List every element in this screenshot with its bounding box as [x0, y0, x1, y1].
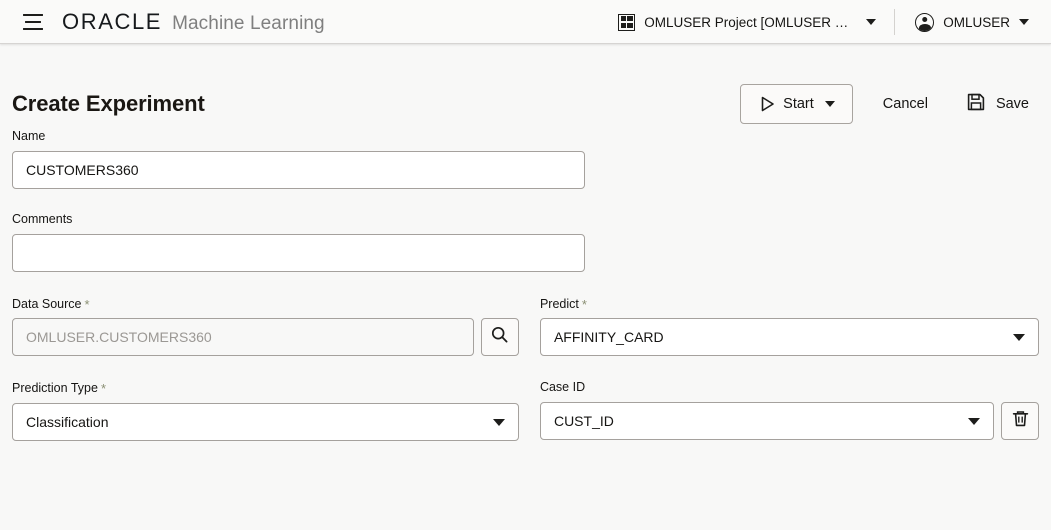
case-id-control: CUST_ID [539, 402, 1039, 440]
product-name: Machine Learning [172, 12, 325, 34]
prediction-type-select[interactable]: Classification [12, 403, 519, 441]
experiment-form: Name Comments Data Source* [12, 129, 1039, 441]
floppy-disk-icon [966, 92, 986, 117]
row-predictiontype-caseid: Prediction Type * Classification Case ID … [12, 380, 1039, 441]
comments-label: Comments [12, 211, 73, 226]
project-selector-label: OMLUSER Project [OMLUSER Works... [644, 14, 857, 30]
name-label: Name [12, 129, 46, 143]
save-button-label: Save [995, 96, 1029, 112]
brand-logo: ORACLE Machine Learning [62, 8, 325, 34]
header-divider [894, 9, 896, 35]
field-name: Name [12, 129, 585, 189]
start-button[interactable]: Start [740, 84, 853, 124]
prediction-type-label: Prediction Type * [12, 381, 519, 396]
start-button-label: Start [783, 96, 814, 112]
predict-select[interactable]: AFFINITY_CARD [539, 318, 1039, 357]
field-predict: Predict * AFFINITY_CARD [539, 297, 1039, 357]
hamburger-menu-icon[interactable] [16, 5, 50, 39]
field-data-source: Data Source * [12, 297, 519, 357]
case-id-label: Case ID [539, 380, 586, 395]
field-case-id: Case ID CUST_ID [539, 380, 1039, 441]
play-icon [758, 96, 774, 112]
page-title: Create Experiment [12, 91, 205, 116]
chevron-down-icon [492, 419, 505, 426]
predict-label-text: Predict [539, 296, 579, 311]
chevron-down-icon [968, 418, 980, 425]
user-avatar-icon [915, 12, 935, 32]
page-header-row: Create Experiment Start Cancel Save [12, 44, 1039, 130]
required-indicator: * [100, 381, 106, 397]
predict-label: Predict * [540, 297, 1039, 312]
data-source-input[interactable] [12, 318, 474, 357]
required-indicator: * [581, 296, 587, 312]
required-indicator: * [84, 296, 90, 312]
trash-icon [1011, 409, 1030, 433]
prediction-type-select-value: Classification [26, 414, 109, 430]
comments-input[interactable] [12, 233, 585, 272]
project-selector[interactable]: OMLUSER Project [OMLUSER Works... [612, 10, 882, 35]
data-source-label: Data Source * [12, 297, 519, 312]
row-datasource-predict: Data Source* Pre [12, 297, 1039, 357]
user-menu[interactable]: OMLUSER [909, 9, 1035, 36]
prediction-type-label-text: Prediction Type [12, 381, 98, 396]
chevron-down-icon[interactable] [824, 101, 835, 107]
cancel-button[interactable]: Cancel [869, 87, 942, 121]
save-button[interactable]: Save [956, 83, 1039, 126]
oracle-wordmark: ORACLE [62, 8, 163, 34]
chevron-down-icon [1019, 19, 1029, 25]
app-header: ORACLE Machine Learning OMLUSER Project … [0, 0, 1051, 44]
header-right-group: OMLUSER Project [OMLUSER Works... OMLUSE… [612, 0, 1051, 44]
chevron-down-icon [866, 19, 877, 25]
grid-icon [618, 13, 636, 31]
data-source-label-text: Data Source [12, 296, 82, 311]
predict-select-value: AFFINITY_CARD [553, 329, 664, 346]
data-source-control [12, 318, 519, 357]
case-id-delete-button[interactable] [1001, 402, 1039, 440]
field-prediction-type: Prediction Type * Classification [12, 381, 519, 441]
case-id-select-value: CUST_ID [553, 413, 614, 429]
page-content: Create Experiment Start Cancel Save Name… [0, 44, 1051, 530]
data-source-search-button[interactable] [480, 318, 519, 357]
name-input[interactable] [12, 150, 585, 189]
page-actions: Start Cancel Save [740, 83, 1039, 126]
search-icon [490, 325, 509, 349]
chevron-down-icon [1013, 334, 1025, 342]
user-menu-label: OMLUSER [943, 14, 1010, 30]
case-id-select[interactable]: CUST_ID [539, 402, 994, 440]
field-comments: Comments [12, 211, 585, 272]
